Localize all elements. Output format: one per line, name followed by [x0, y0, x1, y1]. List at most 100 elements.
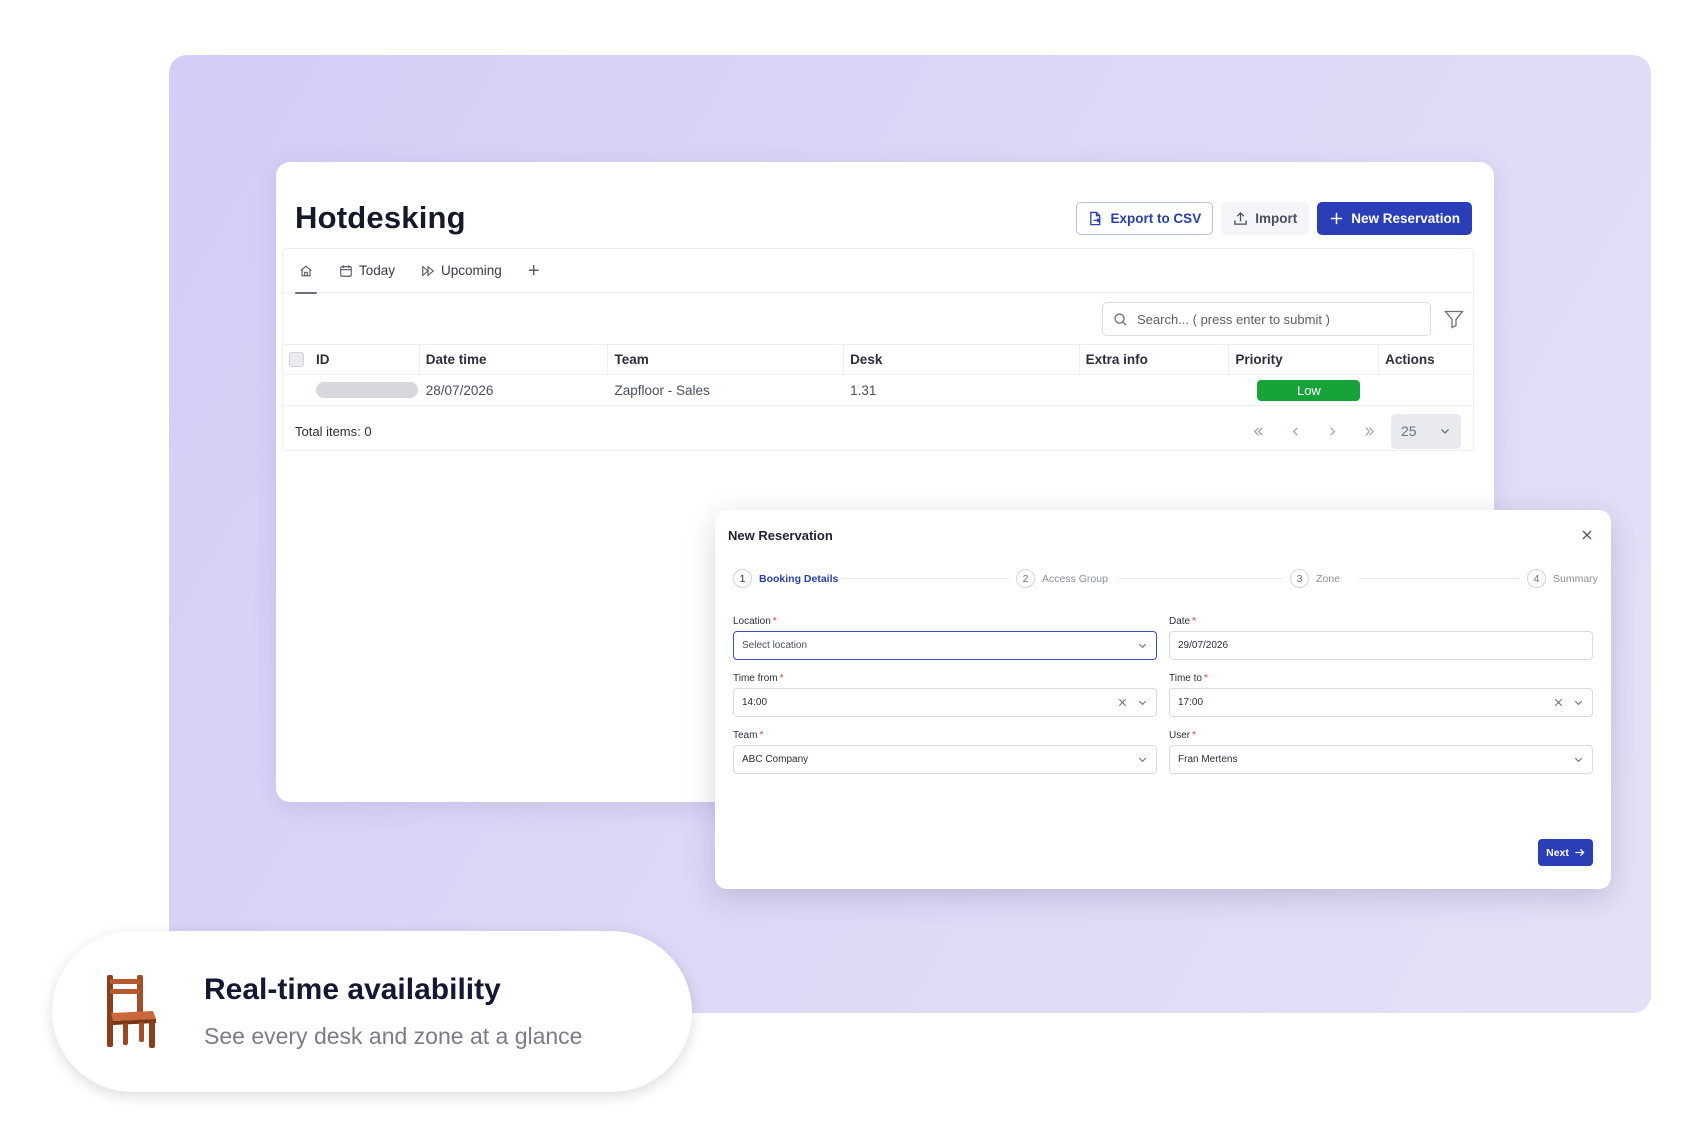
location-select[interactable]: Select location [733, 631, 1157, 660]
search-box [1102, 302, 1431, 336]
chevron-down-icon [1441, 429, 1449, 434]
cell-id [310, 375, 420, 406]
time-from-label: Time from * [733, 673, 784, 684]
date-field[interactable]: 29/07/2026 [1169, 631, 1593, 660]
column-header-extra-info[interactable]: Extra info [1080, 344, 1230, 375]
column-header-priority[interactable]: Priority [1229, 344, 1380, 375]
cell-desk: 1.31 [850, 382, 877, 398]
column-header-team[interactable]: Team [608, 344, 845, 375]
tab-home[interactable] [295, 249, 317, 294]
next-label: Next [1546, 846, 1569, 859]
user-label-text: User [1169, 730, 1191, 741]
location-label-text: Location [733, 616, 771, 627]
step-number: 4 [1527, 569, 1546, 588]
step-connector [841, 578, 1009, 579]
step-connector [1359, 578, 1519, 579]
file-export-icon [1090, 211, 1101, 226]
team-select[interactable]: ABC Company [733, 745, 1157, 774]
total-items: Total items: 0 [295, 423, 372, 439]
user-label: User * [1169, 730, 1197, 741]
search-input[interactable] [1137, 311, 1407, 327]
stepper: 1 Booking Details 2 Access Group 3 Zone … [733, 569, 1598, 589]
location-value: Select location [742, 640, 808, 651]
date-label: Date * [1169, 616, 1197, 627]
time-from-value: 14:00 [742, 697, 768, 708]
next-button[interactable]: Next [1538, 839, 1593, 866]
select-all-checkbox[interactable] [289, 352, 304, 367]
step-label: Booking Details [759, 572, 839, 585]
time-to-label: Time to * [1169, 673, 1208, 684]
chevron-left-icon [1292, 426, 1298, 436]
date-value: 29/07/2026 [1178, 640, 1229, 651]
import-label: Import [1255, 211, 1298, 226]
pagination: 25 [1240, 413, 1461, 449]
add-tab-button[interactable]: + [528, 261, 540, 281]
time-from-select[interactable]: 14:00 [733, 688, 1157, 717]
chevrons-left-icon [1253, 426, 1263, 436]
time-to-select[interactable]: 17:00 [1169, 688, 1593, 717]
first-page-button[interactable] [1240, 415, 1277, 447]
cell-actions [1379, 375, 1473, 406]
feature-subtitle: See every desk and zone at a glance [204, 1023, 583, 1049]
team-label: Team * [733, 730, 764, 741]
chevron-right-icon [1330, 426, 1336, 436]
step-number: 2 [1016, 569, 1035, 588]
row-select-cell [283, 375, 310, 406]
chevron-down-icon [1138, 757, 1147, 763]
import-button[interactable]: Import [1221, 202, 1310, 235]
home-icon [300, 264, 312, 276]
filter-icon[interactable] [1443, 308, 1465, 330]
step-access-group[interactable]: 2 Access Group [1016, 569, 1108, 588]
calendar-icon [340, 264, 352, 277]
step-zone[interactable]: 3 Zone [1290, 569, 1340, 588]
step-booking-details[interactable]: 1 Booking Details [733, 569, 838, 588]
tab-upcoming[interactable]: Upcoming [421, 249, 502, 293]
chair-icon [107, 975, 156, 1048]
page-title: Hotdesking [295, 200, 466, 235]
chevrons-right-icon [1365, 426, 1375, 436]
user-select[interactable]: Fran Mertens [1169, 745, 1593, 774]
plus-icon [1331, 212, 1343, 225]
step-label: Access Group [1042, 572, 1108, 585]
header-select-cell [283, 344, 310, 375]
close-icon[interactable] [1580, 528, 1594, 542]
tab-bar: Today Upcoming + [283, 249, 1473, 294]
fast-forward-icon [422, 264, 435, 277]
export-csv-button[interactable]: Export to CSV [1076, 202, 1214, 235]
page-size-select[interactable]: 25 [1391, 413, 1461, 449]
last-page-button[interactable] [1351, 415, 1388, 447]
column-header-actions: Actions [1385, 352, 1435, 367]
feature-title: Real-time availability [204, 973, 501, 1006]
clear-icon[interactable] [1117, 697, 1128, 708]
column-header-date-time[interactable]: Date time [420, 344, 609, 375]
new-reservation-label: New Reservation [1351, 211, 1460, 226]
time-to-label-text: Time to [1169, 673, 1202, 684]
upload-icon [1234, 211, 1247, 225]
next-page-button[interactable] [1314, 415, 1351, 447]
chevron-down-icon [1138, 700, 1147, 706]
table-row[interactable]: 28/07/2026 Zapfloor - Sales 1.31 Low [283, 375, 1473, 406]
table-panel: Today Upcoming + ID Date time Team [282, 248, 1474, 451]
cell-team: Zapfloor - Sales [614, 382, 710, 398]
clear-icon[interactable] [1553, 697, 1564, 708]
step-number: 1 [733, 569, 752, 588]
cell-extra-info [1080, 375, 1230, 406]
tab-today[interactable]: Today [339, 249, 395, 293]
cell-priority: Low [1229, 375, 1379, 406]
search-icon [1114, 312, 1127, 326]
step-number: 3 [1290, 569, 1309, 588]
stage: Hotdesking Export to CSV Import New Rese… [0, 0, 1707, 1134]
step-label: Summary [1553, 572, 1598, 585]
column-header-desk[interactable]: Desk [844, 344, 1080, 375]
column-header-id[interactable]: ID [310, 344, 420, 375]
location-label: Location * [733, 616, 777, 627]
prev-page-button[interactable] [1277, 415, 1314, 447]
tab-upcoming-label: Upcoming [441, 263, 502, 278]
new-reservation-button[interactable]: New Reservation [1317, 202, 1472, 235]
tab-today-label: Today [359, 263, 396, 278]
reservations-table: ID Date time Team Desk Extra info Priori… [283, 344, 1473, 406]
toolbar: Export to CSV Import New Reservation [1076, 202, 1472, 235]
modal-title: New Reservation [728, 528, 833, 543]
step-summary[interactable]: 4 Summary [1527, 569, 1598, 588]
chevron-down-icon [1138, 643, 1147, 649]
